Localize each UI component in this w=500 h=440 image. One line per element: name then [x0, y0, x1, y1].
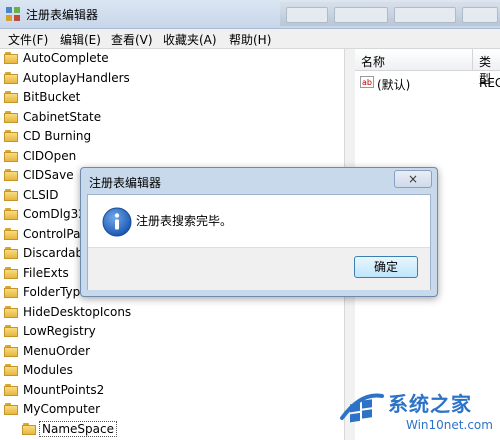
- folder-icon: [4, 52, 18, 64]
- folder-icon: [4, 305, 18, 318]
- tree-item-label: Discardab: [23, 246, 84, 260]
- ok-button[interactable]: 确定: [354, 256, 418, 278]
- folder-icon: [4, 344, 18, 357]
- dialog-title: 注册表编辑器: [89, 176, 162, 190]
- tree-item-label: AutoplayHandlers: [23, 70, 130, 85]
- title-bar: 注册表编辑器: [0, 0, 500, 29]
- tree-item-selected[interactable]: NameSpace: [0, 420, 340, 439]
- dialog-close-button[interactable]: ×: [394, 170, 432, 188]
- dialog-footer: 确定: [88, 247, 430, 290]
- tree-item[interactable]: LowRegistry: [0, 322, 340, 341]
- background-tab: [334, 7, 388, 23]
- tree-item-label: MenuOrder: [23, 343, 91, 358]
- tree-item-label: MountPoints2: [23, 382, 105, 397]
- tree-item[interactable]: Modules: [0, 361, 340, 380]
- tree-item[interactable]: AutoComplete: [0, 49, 340, 68]
- tree-item[interactable]: CD Burning: [0, 127, 340, 146]
- tree-item-label: Modules: [23, 363, 73, 377]
- tree-item[interactable]: CIDOpen: [0, 147, 340, 166]
- tree-item-label: AutoComplete: [23, 51, 109, 65]
- registry-editor-icon: [6, 7, 20, 21]
- column-header-label: 名称: [361, 55, 386, 69]
- dialog-message: 注册表搜索完毕。: [136, 214, 233, 228]
- tree-item-label: CIDSave: [23, 168, 74, 182]
- message-dialog: 注册表编辑器 × 注册表搜索完毕。 确定: [80, 167, 438, 297]
- folder-icon: [4, 227, 18, 240]
- dialog-body: 注册表搜索完毕。 确定: [87, 194, 431, 290]
- menu-edit[interactable]: 编辑(E): [60, 31, 101, 48]
- value-type: REG: [479, 76, 500, 90]
- folder-icon: [4, 91, 18, 103]
- folder-icon: [4, 149, 18, 162]
- tree-item-label: CabinetState: [23, 109, 102, 124]
- tree-item-label: ControlPa: [23, 226, 81, 241]
- string-value-icon: ab: [360, 76, 374, 88]
- info-icon: [102, 207, 132, 237]
- column-header-type[interactable]: 类型: [473, 49, 500, 86]
- watermark: 系统之家 Win10net.com: [338, 382, 500, 440]
- menu-help[interactable]: 帮助(H): [229, 31, 271, 48]
- value-name[interactable]: (默认): [377, 76, 410, 93]
- background-taskbar: [280, 2, 500, 26]
- tree-item-label: CD Burning: [23, 129, 92, 143]
- tree-item-label: CLSID: [23, 187, 59, 202]
- menu-favorites[interactable]: 收藏夹(A): [163, 31, 217, 48]
- tree-item[interactable]: MenuOrder: [0, 342, 340, 361]
- folder-icon: [4, 383, 18, 396]
- background-tab: [286, 7, 328, 23]
- watermark-url: Win10net.com: [406, 418, 493, 432]
- folder-icon: [4, 247, 18, 259]
- tree-item-label: ComDlg32: [23, 207, 86, 221]
- tree-item[interactable]: BitBucket: [0, 88, 340, 107]
- windows-logo-icon: [340, 393, 384, 423]
- background-tab: [394, 7, 456, 23]
- column-header-name[interactable]: 名称: [355, 49, 473, 71]
- folder-icon: [4, 403, 18, 415]
- watermark-text: 系统之家: [388, 392, 472, 416]
- folder-icon: [4, 130, 18, 142]
- menu-view[interactable]: 查看(V): [111, 31, 153, 48]
- tree-item-label: LowRegistry: [23, 324, 96, 338]
- background-tab: [462, 7, 498, 23]
- folder-icon: [4, 325, 18, 337]
- folder-icon: [4, 286, 18, 298]
- tree-item-label: FileExts: [23, 265, 69, 280]
- tree-item-label: MyComputer: [23, 402, 101, 416]
- folder-icon: [4, 169, 18, 181]
- tree-item[interactable]: MountPoints2: [0, 381, 340, 400]
- tree-item[interactable]: MyComputer: [0, 400, 340, 419]
- menu-bar: 文件(F) 编辑(E) 查看(V) 收藏夹(A) 帮助(H): [0, 29, 500, 49]
- folder-open-icon: [22, 422, 36, 435]
- tree-item-label: CIDOpen: [23, 148, 77, 163]
- tree-item-label: HideDesktopIcons: [23, 304, 132, 319]
- folder-icon: [4, 266, 18, 279]
- tree-item-label: NameSpace: [39, 420, 117, 437]
- folder-icon: [4, 110, 18, 123]
- tree-item[interactable]: AutoplayHandlers: [0, 69, 340, 88]
- tree-item-label: BitBucket: [23, 90, 81, 104]
- folder-icon: [4, 364, 18, 376]
- window-title: 注册表编辑器: [26, 8, 99, 22]
- tree-item[interactable]: CabinetState: [0, 108, 340, 127]
- menu-file[interactable]: 文件(F): [8, 31, 48, 48]
- folder-icon: [4, 188, 18, 201]
- folder-icon: [4, 208, 18, 220]
- folder-icon: [4, 71, 18, 84]
- tree-item[interactable]: HideDesktopIcons: [0, 303, 340, 322]
